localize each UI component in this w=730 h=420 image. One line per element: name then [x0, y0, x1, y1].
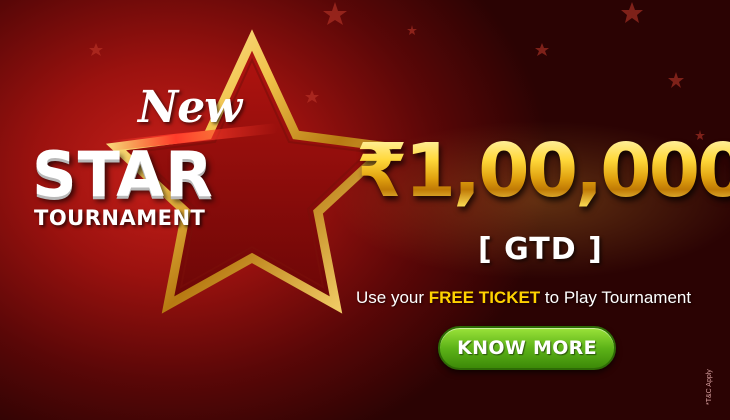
know-more-button[interactable]: KNOW MORE [438, 326, 616, 370]
new-label: New [138, 82, 242, 133]
tnc-label: *T&C Apply [706, 369, 713, 405]
subtitle-before: Use your [356, 288, 429, 307]
subtitle: Use your FREE TICKET to Play Tournament [356, 288, 691, 308]
prize-amount: ₹1,00,000 [356, 134, 730, 208]
gtd-label: [ GTD ] [478, 232, 603, 267]
subtitle-highlight: FREE TICKET [428, 288, 541, 307]
tournament-label: TOURNAMENT [34, 206, 206, 230]
star-label: STAR [32, 138, 214, 211]
promo-banner: New STAR TOURNAMENT ₹1,00,000 [ GTD ] Us… [0, 0, 730, 420]
subtitle-after: to Play Tournament [540, 288, 692, 307]
